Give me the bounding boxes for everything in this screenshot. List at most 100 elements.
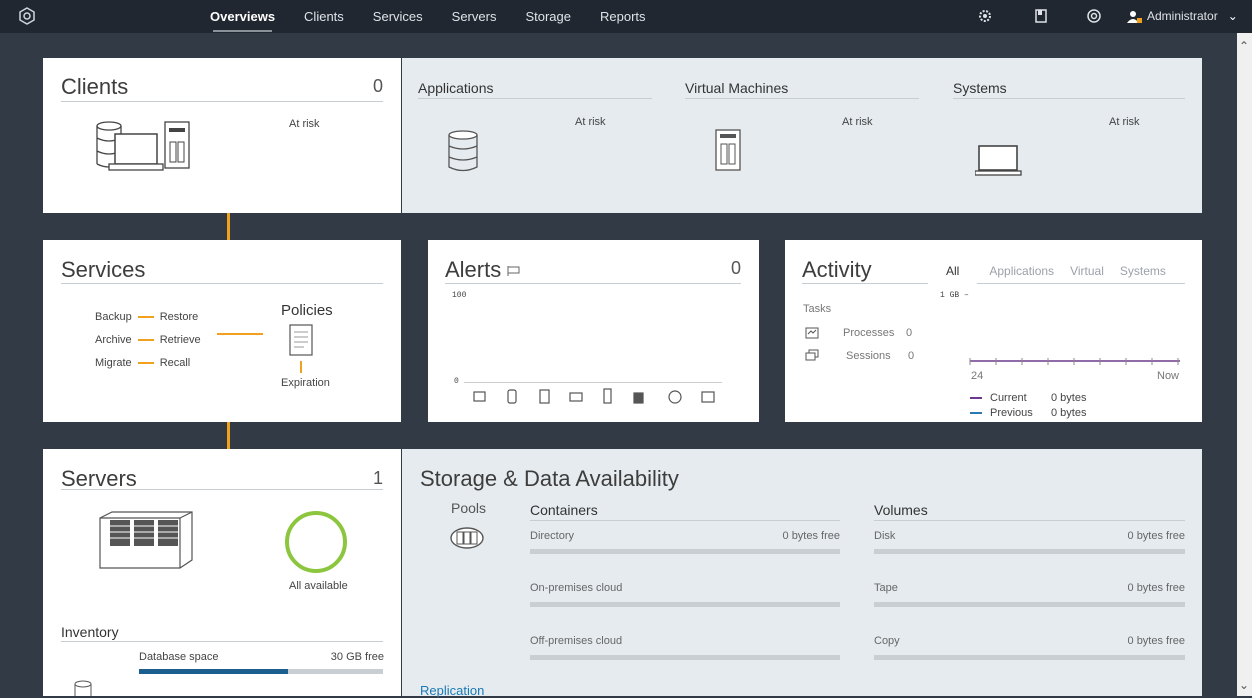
alerts-y-max: 100 xyxy=(452,291,467,300)
vertical-scrollbar[interactable]: ⌃ ⌄ xyxy=(1237,33,1252,696)
user-icon xyxy=(1127,10,1142,23)
availability-ring xyxy=(285,511,347,573)
divider xyxy=(418,98,652,99)
axis-start-label: 24 xyxy=(971,370,984,382)
policies-label[interactable]: Policies xyxy=(281,302,333,319)
servers-count: 1 xyxy=(372,468,383,488)
divider xyxy=(685,98,919,99)
tab-virtual[interactable]: Virtual xyxy=(1062,258,1112,284)
pools-label[interactable]: Pools xyxy=(451,500,486,516)
database-space-free: 30 GB free xyxy=(330,651,384,663)
nav-overviews[interactable]: Overviews xyxy=(210,0,275,33)
nav-services[interactable]: Services xyxy=(373,0,423,33)
sessions-label: Sessions xyxy=(846,350,891,362)
volume-name[interactable]: Disk xyxy=(874,530,895,542)
expiration-label: Expiration xyxy=(281,377,330,389)
clients-at-risk-label: At risk xyxy=(289,118,320,130)
volume-capacity-bar xyxy=(874,602,1185,607)
server-tower-icon xyxy=(715,129,741,171)
help-lifebuoy-icon[interactable] xyxy=(1086,8,1102,24)
divider xyxy=(874,520,1185,521)
top-navigation-bar: Overviews Clients Services Servers Stora… xyxy=(0,0,1252,33)
container-capacity-bar xyxy=(530,602,840,607)
storage-panel[interactable]: Storage & Data Availability Pools Contai… xyxy=(402,449,1202,698)
scroll-down-icon[interactable]: ⌄ xyxy=(1239,678,1249,692)
alerts-title: Alerts xyxy=(445,257,521,283)
connector-line xyxy=(227,213,230,240)
systems-at-risk: At risk xyxy=(1109,116,1140,128)
user-menu[interactable]: Administrator ⌄ xyxy=(1127,0,1238,33)
axis-end-label: Now xyxy=(1157,370,1180,382)
nav-storage[interactable]: Storage xyxy=(525,0,571,33)
nav-reports[interactable]: Reports xyxy=(600,0,646,33)
volume-name[interactable]: Tape xyxy=(874,582,898,594)
volume-free: 0 bytes free xyxy=(1127,530,1185,542)
service-row[interactable]: Archive Retrieve xyxy=(95,334,201,346)
divider xyxy=(61,641,383,642)
container-free: 0 bytes free xyxy=(782,530,840,542)
connector-line xyxy=(227,422,230,449)
clients-panel[interactable]: Clients 0 At risk xyxy=(43,58,401,213)
service-row[interactable]: Backup Restore xyxy=(95,311,198,323)
alerts-panel[interactable]: Alerts 0 100 0 xyxy=(428,240,759,422)
processes-label: Processes xyxy=(843,327,895,339)
server-rack-icon xyxy=(99,511,193,569)
volume-free: 0 bytes free xyxy=(1127,635,1185,647)
legend-previous: Previous xyxy=(970,407,1033,419)
systems-title[interactable]: Systems xyxy=(953,80,1007,96)
scroll-up-icon[interactable]: ⌃ xyxy=(1239,39,1249,53)
virtual-machines-title[interactable]: Virtual Machines xyxy=(685,80,788,96)
virtual-machines-at-risk: At risk xyxy=(842,116,873,128)
volume-name[interactable]: Copy xyxy=(874,635,900,647)
processes-value: 0 xyxy=(906,327,913,339)
nav-clients[interactable]: Clients xyxy=(304,0,344,33)
sessions-icon xyxy=(805,349,819,361)
divider xyxy=(530,520,840,521)
laptop-icon xyxy=(975,145,1022,176)
nav-servers[interactable]: Servers xyxy=(452,0,497,33)
divider xyxy=(61,283,383,284)
database-icon xyxy=(448,130,478,172)
chevron-down-icon[interactable]: ⌄ xyxy=(1228,0,1238,33)
services-title: Services xyxy=(61,257,146,282)
applications-title[interactable]: Applications xyxy=(418,80,494,96)
volumes-title: Volumes xyxy=(874,502,928,518)
main-nav: Overviews Clients Services Servers Stora… xyxy=(210,0,675,33)
tasks-label: Tasks xyxy=(803,303,832,315)
bookmark-icon[interactable] xyxy=(1033,8,1049,24)
containers-title: Containers xyxy=(530,502,598,518)
container-name[interactable]: Directory xyxy=(530,530,574,542)
activity-gb-label: 1 GB – xyxy=(940,291,969,300)
container-name[interactable]: Off-premises cloud xyxy=(530,635,622,647)
clients-breakdown-panel: Applications At risk Virtual Machines At… xyxy=(402,58,1202,213)
activity-title: Activity xyxy=(802,257,872,282)
policy-connector xyxy=(217,333,263,335)
settings-gear-icon[interactable] xyxy=(977,8,993,24)
tab-all[interactable]: All xyxy=(928,258,978,284)
clients-devices-icon xyxy=(96,121,190,171)
sessions-value: 0 xyxy=(908,350,915,362)
volume-capacity-bar xyxy=(874,549,1185,554)
tab-applications[interactable]: Applications xyxy=(981,258,1062,284)
divider xyxy=(61,489,383,490)
container-name[interactable]: On-premises cloud xyxy=(530,582,622,594)
volume-free: 0 bytes free xyxy=(1127,582,1185,594)
alert-category-icons xyxy=(473,388,715,404)
servers-status: All available xyxy=(289,580,348,592)
expiration-connector xyxy=(300,361,302,373)
services-panel[interactable]: Services Backup Restore Archive Retrieve M… xyxy=(43,240,401,422)
alerts-y-min: 0 xyxy=(454,377,459,386)
divider xyxy=(445,283,741,284)
divider xyxy=(953,98,1185,99)
database-space-label: Database space xyxy=(139,651,219,663)
legend-current: Current xyxy=(970,392,1027,404)
tab-systems[interactable]: Systems xyxy=(1112,258,1174,284)
database-icon xyxy=(74,680,92,696)
service-row[interactable]: Migrate Recall xyxy=(95,357,190,369)
flag-icon xyxy=(507,266,520,276)
volume-capacity-bar xyxy=(874,655,1185,660)
app-logo-icon[interactable] xyxy=(18,7,36,25)
user-name: Administrator xyxy=(1147,9,1218,23)
storage-title: Storage & Data Availability xyxy=(420,466,679,491)
servers-panel[interactable]: Servers 1 All available Inventory Databa… xyxy=(43,449,401,696)
